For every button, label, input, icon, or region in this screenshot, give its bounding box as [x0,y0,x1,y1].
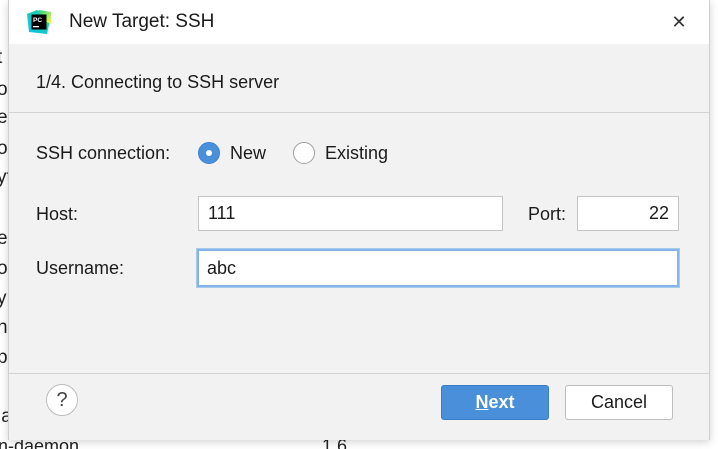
close-icon[interactable]: ✕ [669,12,689,32]
help-icon[interactable]: ? [46,384,78,416]
username-input[interactable] [197,249,679,287]
host-input[interactable] [198,196,503,231]
host-label: Host: [36,204,79,224]
next-button-label: ext [488,392,515,412]
username-label: Username: [36,258,125,278]
background-text-fragment: n [0,317,8,338]
dialog-titlebar: PC New Target: SSH ✕ [9,0,709,44]
radio-existing-label[interactable]: Existing [325,143,388,164]
port-label: Port: [528,204,567,224]
background-text-fragment: o [0,258,8,279]
new-target-ssh-dialog: PC New Target: SSH ✕ 1/4. Connecting to … [8,0,710,440]
background-text-fragment: y [0,288,7,309]
step-title: 1/4. Connecting to SSH server [36,72,280,92]
next-button-mnemonic: N [475,392,489,412]
background-text-fragment: e [0,228,8,249]
background-text-fragment: p [0,347,8,368]
svg-text:PC: PC [33,17,42,24]
background-text-fragment: l [0,377,1,396]
pycharm-icon: PC [27,10,51,34]
dialog-footer: ? Next Cancel [9,373,709,440]
background-text-fragment: o [0,138,8,159]
dialog-title: New Target: SSH [69,11,215,32]
background-text-fragment: o [0,79,8,100]
ssh-connection-label: SSH connection: [36,143,171,163]
next-button[interactable]: Next [441,385,549,420]
port-input[interactable] [577,196,679,231]
background-text-fragment: e [0,107,8,128]
wizard-step-header: 1/4. Connecting to SSH server [9,44,709,113]
radio-new-connection[interactable] [198,142,220,164]
radio-new-label[interactable]: New [230,143,266,164]
radio-existing-connection[interactable] [293,142,315,164]
cancel-button[interactable]: Cancel [565,385,673,420]
background-text-fragment: t [0,48,2,67]
